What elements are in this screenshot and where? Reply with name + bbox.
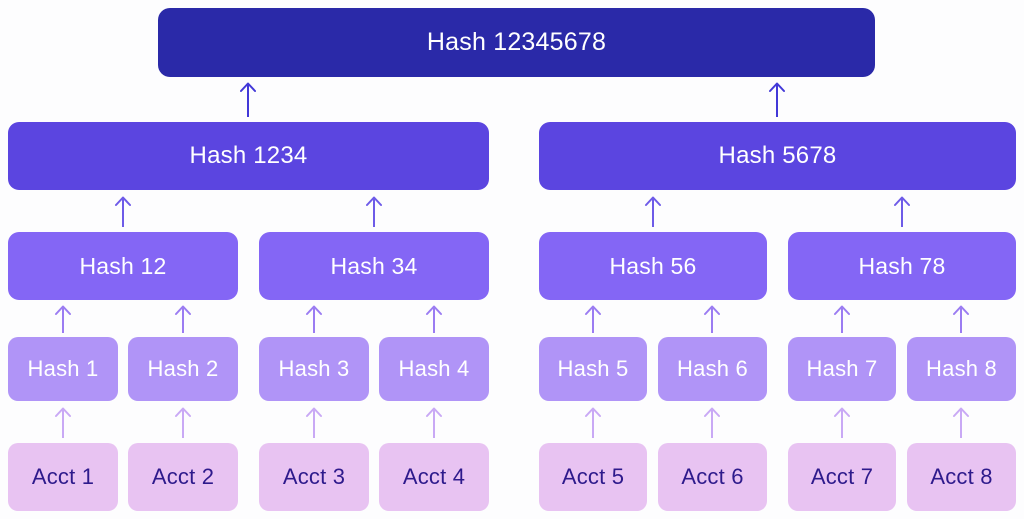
arrow-up-icon bbox=[952, 407, 970, 438]
node-hash-4: Hash 4 bbox=[379, 337, 489, 401]
arrow-up-icon bbox=[174, 407, 192, 438]
node-hash-5: Hash 5 bbox=[539, 337, 647, 401]
node-acct-8: Acct 8 bbox=[907, 443, 1016, 511]
merkle-tree-diagram: Hash 12345678 Hash 1234 Hash 5678 Hash 12 Ha… bbox=[0, 0, 1024, 519]
node-hash-2: Hash 2 bbox=[128, 337, 238, 401]
arrow-up-icon bbox=[893, 196, 911, 227]
node-hash-12345678: Hash 12345678 bbox=[158, 8, 875, 77]
arrow-up-icon bbox=[174, 305, 192, 333]
node-acct-6: Acct 6 bbox=[658, 443, 767, 511]
arrow-up-icon bbox=[768, 82, 786, 117]
node-hash-1: Hash 1 bbox=[8, 337, 118, 401]
arrow-up-icon bbox=[833, 407, 851, 438]
arrow-up-icon bbox=[365, 196, 383, 227]
node-acct-4: Acct 4 bbox=[379, 443, 489, 511]
arrow-up-icon bbox=[239, 82, 257, 117]
node-acct-2: Acct 2 bbox=[128, 443, 238, 511]
arrow-up-icon bbox=[114, 196, 132, 227]
arrow-up-icon bbox=[644, 196, 662, 227]
node-hash-5678: Hash 5678 bbox=[539, 122, 1016, 190]
arrow-up-icon bbox=[54, 305, 72, 333]
node-acct-1: Acct 1 bbox=[8, 443, 118, 511]
node-hash-3: Hash 3 bbox=[259, 337, 369, 401]
node-hash-56: Hash 56 bbox=[539, 232, 767, 300]
node-hash-6: Hash 6 bbox=[658, 337, 767, 401]
arrow-up-icon bbox=[584, 407, 602, 438]
node-acct-7: Acct 7 bbox=[788, 443, 896, 511]
arrow-up-icon bbox=[703, 305, 721, 333]
arrow-up-icon bbox=[425, 407, 443, 438]
arrow-up-icon bbox=[305, 305, 323, 333]
arrow-up-icon bbox=[305, 407, 323, 438]
node-hash-1234: Hash 1234 bbox=[8, 122, 489, 190]
node-acct-3: Acct 3 bbox=[259, 443, 369, 511]
arrow-up-icon bbox=[833, 305, 851, 333]
node-hash-7: Hash 7 bbox=[788, 337, 896, 401]
node-hash-12: Hash 12 bbox=[8, 232, 238, 300]
node-acct-5: Acct 5 bbox=[539, 443, 647, 511]
arrow-up-icon bbox=[952, 305, 970, 333]
node-hash-8: Hash 8 bbox=[907, 337, 1016, 401]
node-hash-34: Hash 34 bbox=[259, 232, 489, 300]
arrow-up-icon bbox=[54, 407, 72, 438]
arrow-up-icon bbox=[703, 407, 721, 438]
arrow-up-icon bbox=[425, 305, 443, 333]
node-hash-78: Hash 78 bbox=[788, 232, 1016, 300]
arrow-up-icon bbox=[584, 305, 602, 333]
